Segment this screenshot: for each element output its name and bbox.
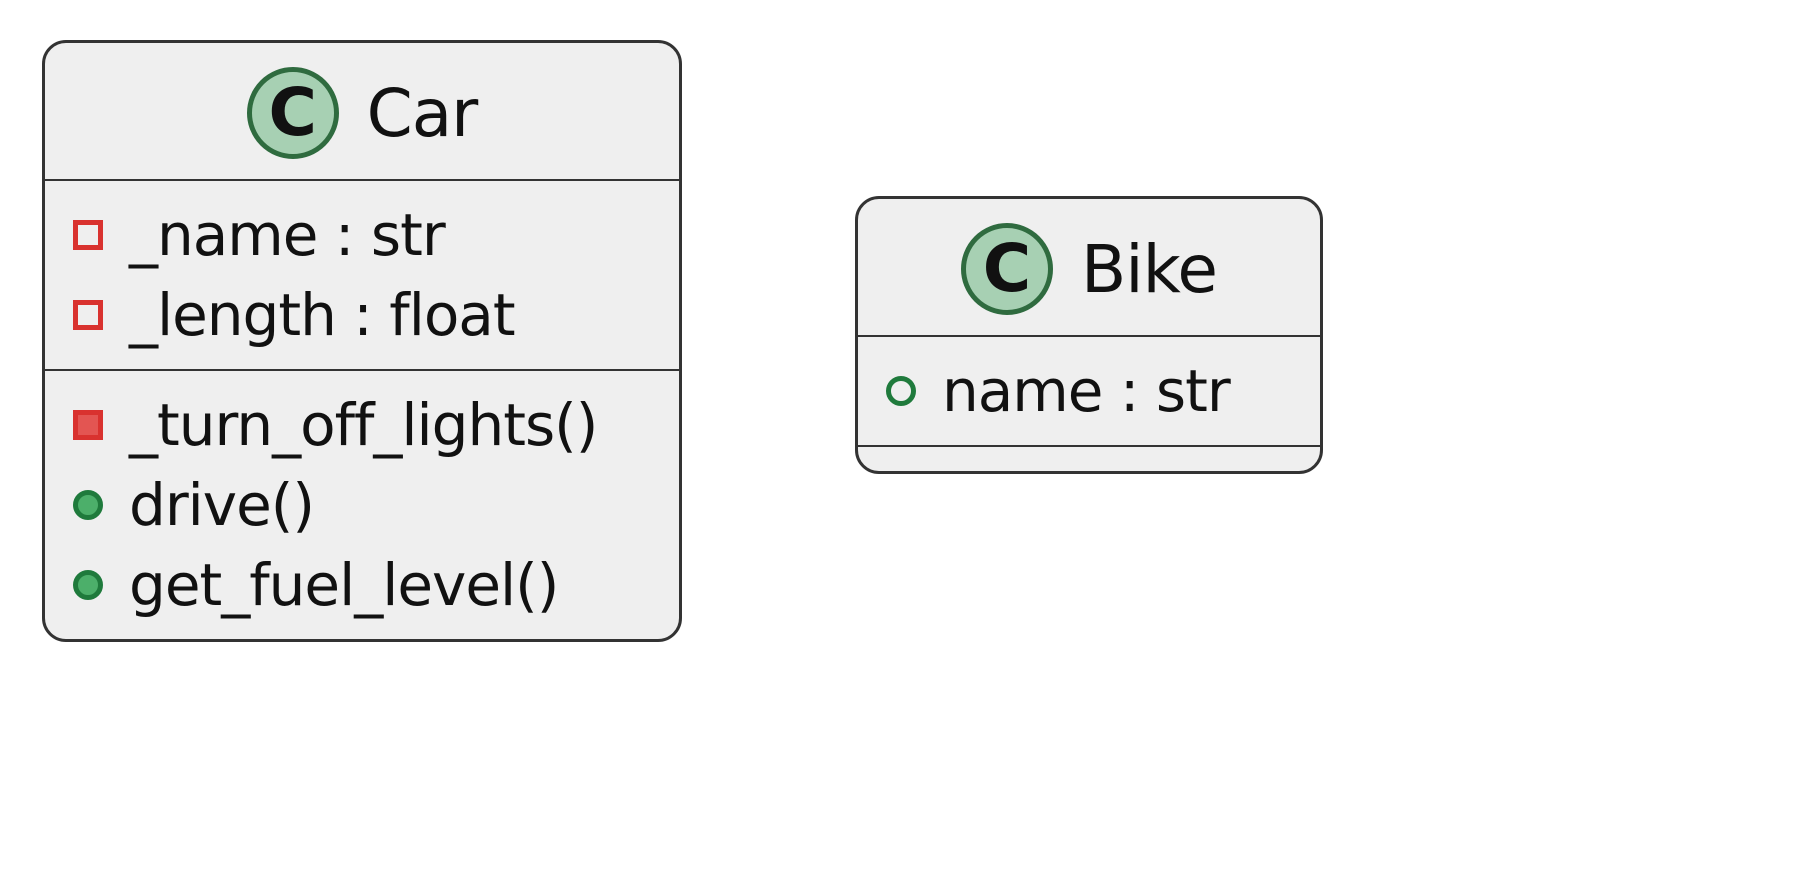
public-method-icon xyxy=(73,570,103,600)
attribute-text: _name : str xyxy=(129,201,445,269)
public-method-icon xyxy=(73,490,103,520)
method-row: drive() xyxy=(73,465,651,545)
method-text: drive() xyxy=(129,471,314,539)
class-box-car: C Car _name : str _length : float _turn_… xyxy=(42,40,682,642)
attributes-section: name : str xyxy=(858,337,1320,447)
method-row: get_fuel_level() xyxy=(73,545,651,625)
attribute-text: name : str xyxy=(942,357,1230,425)
class-name: Car xyxy=(367,75,478,152)
class-box-bike: C Bike name : str xyxy=(855,196,1323,474)
class-header: C Car xyxy=(45,43,679,181)
class-name: Bike xyxy=(1081,231,1217,308)
class-badge-letter: C xyxy=(983,236,1031,302)
class-icon: C xyxy=(247,67,339,159)
method-text: _turn_off_lights() xyxy=(129,391,597,459)
method-row: _turn_off_lights() xyxy=(73,385,651,465)
method-text: get_fuel_level() xyxy=(129,551,558,619)
methods-section-empty xyxy=(858,447,1320,471)
attribute-row: _name : str xyxy=(73,195,651,275)
attribute-row: name : str xyxy=(886,351,1292,431)
class-icon: C xyxy=(961,223,1053,315)
protected-attribute-icon xyxy=(73,300,103,330)
attribute-row: _length : float xyxy=(73,275,651,355)
attributes-section: _name : str _length : float xyxy=(45,181,679,371)
public-attribute-icon xyxy=(886,376,916,406)
class-header: C Bike xyxy=(858,199,1320,337)
protected-attribute-icon xyxy=(73,220,103,250)
class-badge-letter: C xyxy=(268,80,316,146)
methods-section: _turn_off_lights() drive() get_fuel_leve… xyxy=(45,371,679,639)
attribute-text: _length : float xyxy=(129,281,515,349)
protected-method-icon xyxy=(73,410,103,440)
